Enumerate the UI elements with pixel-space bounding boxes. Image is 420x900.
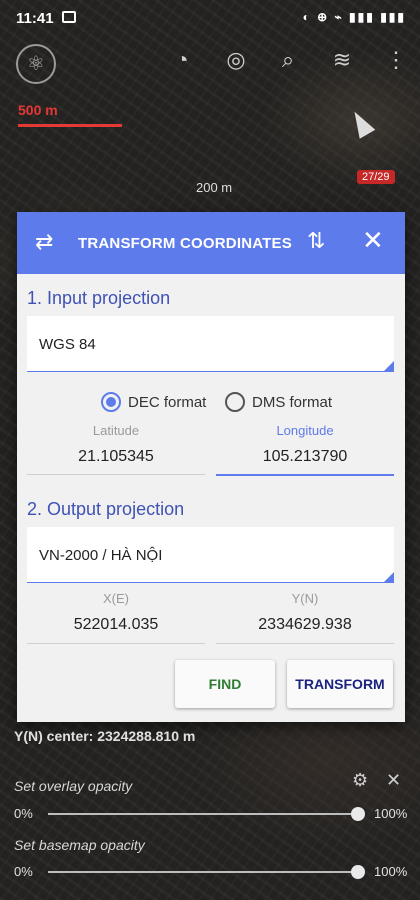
x-underline [27, 643, 205, 644]
dropdown-corner-icon [384, 572, 394, 582]
overlay-max-label: 100% [374, 806, 408, 821]
longitude-input[interactable]: 105.213790 [216, 448, 394, 466]
scale-label-red: 500 m [18, 102, 58, 118]
y-underline [216, 643, 394, 644]
input-projection-select[interactable]: WGS 84 [27, 316, 394, 372]
y-label: Y(N) [291, 591, 319, 606]
swap-direction-icon[interactable]: ⇅ [307, 230, 325, 252]
longitude-underline [216, 474, 394, 476]
y-output: 2334629.938 [258, 616, 352, 633]
layers-icon[interactable]: ≋ [326, 44, 358, 76]
basemap-opacity-slider[interactable] [48, 871, 358, 873]
overlay-min-label: 0% [14, 806, 33, 821]
overlay-opacity-slider[interactable] [48, 813, 358, 815]
close-panel-icon[interactable]: ✕ [386, 770, 401, 791]
latitude-label: Latitude [92, 423, 140, 438]
shutter-icon[interactable]: ◎ [220, 44, 252, 76]
close-icon[interactable]: ✕ [362, 227, 384, 253]
x-output: 522014.035 [73, 616, 159, 633]
dialog-title: TRANSFORM COORDINATES [78, 235, 292, 252]
y-center-readout: Y(N) center: 2324288.810 m [14, 728, 196, 744]
dms-format-radio[interactable] [225, 392, 245, 412]
search-icon[interactable]: ⌕ [272, 44, 304, 76]
swap-icon[interactable]: ⇄ [35, 231, 53, 253]
layers-logo-icon[interactable]: ⚛ [16, 44, 56, 84]
basemap-max-label: 100% [374, 864, 408, 879]
output-section-title: 2. Output projection [27, 499, 185, 519]
image-notification-icon [62, 11, 76, 23]
output-projection-select[interactable]: VN-2000 / HÀ NỘI [27, 527, 394, 583]
dialog-header: ⇄ TRANSFORM COORDINATES ⇅ ✕ [17, 212, 405, 274]
scale-label-white: 200 m [196, 180, 233, 195]
dropdown-corner-icon [384, 361, 394, 371]
output-projection-value: VN-2000 / HÀ NỘI [39, 547, 163, 564]
overlay-opacity-label: Set overlay opacity [14, 778, 133, 794]
latitude-input[interactable]: 21.105345 [27, 448, 205, 466]
basemap-opacity-thumb[interactable] [351, 865, 365, 879]
dms-format-label[interactable]: DMS format [252, 394, 332, 411]
basemap-opacity-label: Set basemap opacity [14, 837, 145, 853]
status-bar: 11:41 ◐ ⊕ ⌁ ▮▮▮ ▮▮▮ [0, 0, 420, 36]
gear-icon[interactable]: ⚙ [352, 770, 368, 791]
more-icon[interactable]: ⋮ [380, 44, 412, 76]
longitude-label: Longitude [276, 423, 334, 438]
dec-format-label[interactable]: DEC format [128, 394, 206, 411]
scale-bar [18, 124, 122, 127]
transform-coordinates-dialog: ⇄ TRANSFORM COORDINATES ⇅ ✕ 1. Input pro… [17, 212, 405, 722]
status-icons: ◐ ⊕ ⌁ ▮▮▮ ▮▮▮ [302, 10, 406, 24]
gps-icon[interactable]: ◔ [166, 44, 198, 76]
input-projection-value: WGS 84 [39, 336, 96, 353]
status-time: 11:41 [16, 10, 54, 27]
dec-format-radio[interactable] [101, 392, 121, 412]
latitude-underline [27, 474, 205, 475]
find-button[interactable]: FIND [175, 660, 275, 708]
basemap-min-label: 0% [14, 864, 33, 879]
counter-badge: 27/29 [357, 170, 395, 184]
transform-button[interactable]: TRANSFORM [287, 660, 393, 708]
x-label: X(E) [103, 591, 129, 606]
overlay-opacity-thumb[interactable] [351, 807, 365, 821]
input-section-title: 1. Input projection [27, 288, 171, 308]
